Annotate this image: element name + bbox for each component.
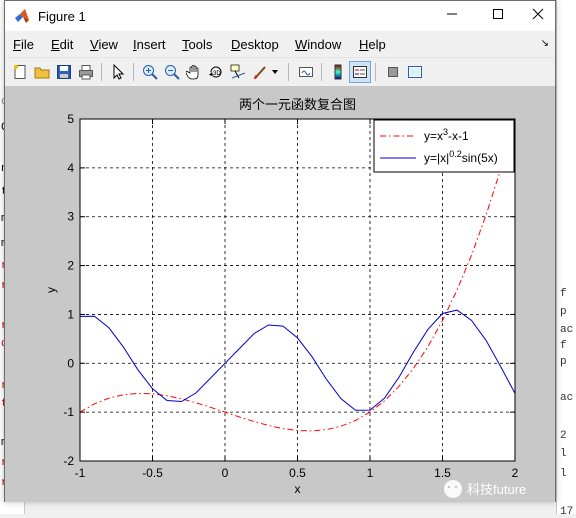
- x-tick-label: 2: [512, 466, 519, 480]
- legend-label: y=|x|0.2sin(5x): [424, 149, 498, 165]
- background-right-mark: l: [560, 468, 567, 480]
- background-right-mark: ac: [560, 392, 574, 404]
- chart-title: 两个一元函数复合图: [239, 97, 356, 112]
- plot-svg[interactable]: -1 -0.5 0 0.5 1 1.5 2-2-1012345 两个一元函数复合图 x y …: [5, 86, 555, 502]
- brush-icon[interactable]: [250, 62, 270, 82]
- maximize-icon: [492, 7, 504, 25]
- figure-window: Figure 1 File Edit View Insert Tools Des…: [4, 0, 556, 502]
- close-button[interactable]: [521, 1, 555, 31]
- background-right-mark: p: [560, 356, 567, 368]
- menu-bar: File Edit View Insert Tools Desktop Wind…: [5, 32, 555, 56]
- background-right-mark: 17: [560, 506, 574, 518]
- x-tick-label: 0: [222, 466, 229, 480]
- y-tick-label: 2: [67, 259, 74, 273]
- dock-arrow-icon[interactable]: ↘: [541, 38, 549, 49]
- figure-canvas: -1 -0.5 0 0.5 1 1.5 2 -2 -1 0 1 2 3 4 5 两个一元函数复合图 x y …: [5, 86, 555, 502]
- save-icon[interactable]: [54, 62, 74, 82]
- legend[interactable]: y=x3-x-1y=|x|0.2sin(5x): [373, 119, 515, 173]
- background-right-mark: f: [560, 288, 567, 300]
- rotate-3d-icon[interactable]: 3D: [206, 62, 226, 82]
- watermark: [444, 480, 462, 498]
- x-tick-label: -1: [75, 466, 86, 480]
- print-icon[interactable]: [76, 62, 96, 82]
- y-tick-label: 0: [67, 356, 74, 370]
- background-right-mark: 2: [560, 430, 567, 442]
- title-bar[interactable]: Figure 1: [5, 1, 555, 31]
- x-axis-label: x: [295, 482, 301, 496]
- new-figure-icon[interactable]: [10, 62, 30, 82]
- zoom-out-icon[interactable]: [162, 62, 182, 82]
- y-tick-label: -2: [63, 454, 74, 468]
- watermark-text: 科技future: [467, 482, 526, 497]
- link-plot-icon[interactable]: [296, 62, 316, 82]
- x-tick-label: 1.5: [434, 466, 451, 480]
- background-right-mark: ac: [560, 324, 574, 336]
- hide-plot-tools-icon[interactable]: [383, 62, 403, 82]
- menu-help[interactable]: Help: [359, 37, 386, 52]
- y-tick-label: 3: [67, 210, 74, 224]
- menu-window[interactable]: Window: [295, 37, 341, 52]
- y-tick-label: -1: [63, 405, 74, 419]
- figure-toolbar: 3D: [5, 57, 555, 87]
- minimize-icon: [446, 7, 458, 25]
- background-right-mark: f: [560, 340, 567, 352]
- menu-file[interactable]: File: [13, 37, 34, 52]
- wechat-logo-eye: [454, 485, 458, 489]
- background-right-mark: p: [560, 306, 567, 318]
- edit-plot-icon[interactable]: [108, 62, 128, 82]
- zoom-in-icon[interactable]: [140, 62, 160, 82]
- close-icon: [532, 7, 544, 25]
- x-tick-label: 1: [367, 466, 374, 480]
- colorbar-icon[interactable]: [328, 62, 348, 82]
- data-cursor-icon[interactable]: [228, 62, 248, 82]
- legend-icon[interactable]: [349, 61, 371, 83]
- wechat-logo-eye: [447, 485, 451, 489]
- pan-icon[interactable]: [184, 62, 204, 82]
- background-workspace-strip: f p ac f p ac 2 l l 17: [556, 0, 576, 518]
- brush-dropdown-icon[interactable]: [270, 62, 280, 82]
- menu-tools[interactable]: Tools: [182, 37, 212, 52]
- y-tick-label: 1: [67, 307, 74, 321]
- menu-desktop[interactable]: Desktop: [231, 37, 279, 52]
- matlab-logo-icon: [14, 8, 30, 24]
- background-right-mark: l: [560, 448, 567, 460]
- open-file-icon[interactable]: [32, 62, 52, 82]
- x-tick-label: -0.5: [142, 466, 163, 480]
- maximize-button[interactable]: [475, 1, 521, 31]
- menu-insert[interactable]: Insert: [133, 37, 166, 52]
- menu-view[interactable]: View: [90, 37, 118, 52]
- svg-text:3D: 3D: [213, 71, 221, 77]
- wechat-logo-icon: [444, 480, 462, 498]
- window-title: Figure 1: [38, 9, 86, 24]
- menu-edit[interactable]: Edit: [51, 37, 73, 52]
- minimize-button[interactable]: [429, 1, 475, 31]
- y-axis-label: y: [44, 287, 58, 293]
- x-tick-label: 0.5: [289, 466, 306, 480]
- show-plot-tools-icon[interactable]: [405, 62, 425, 82]
- y-tick-label: 5: [67, 112, 74, 126]
- y-tick-label: 4: [67, 161, 74, 175]
